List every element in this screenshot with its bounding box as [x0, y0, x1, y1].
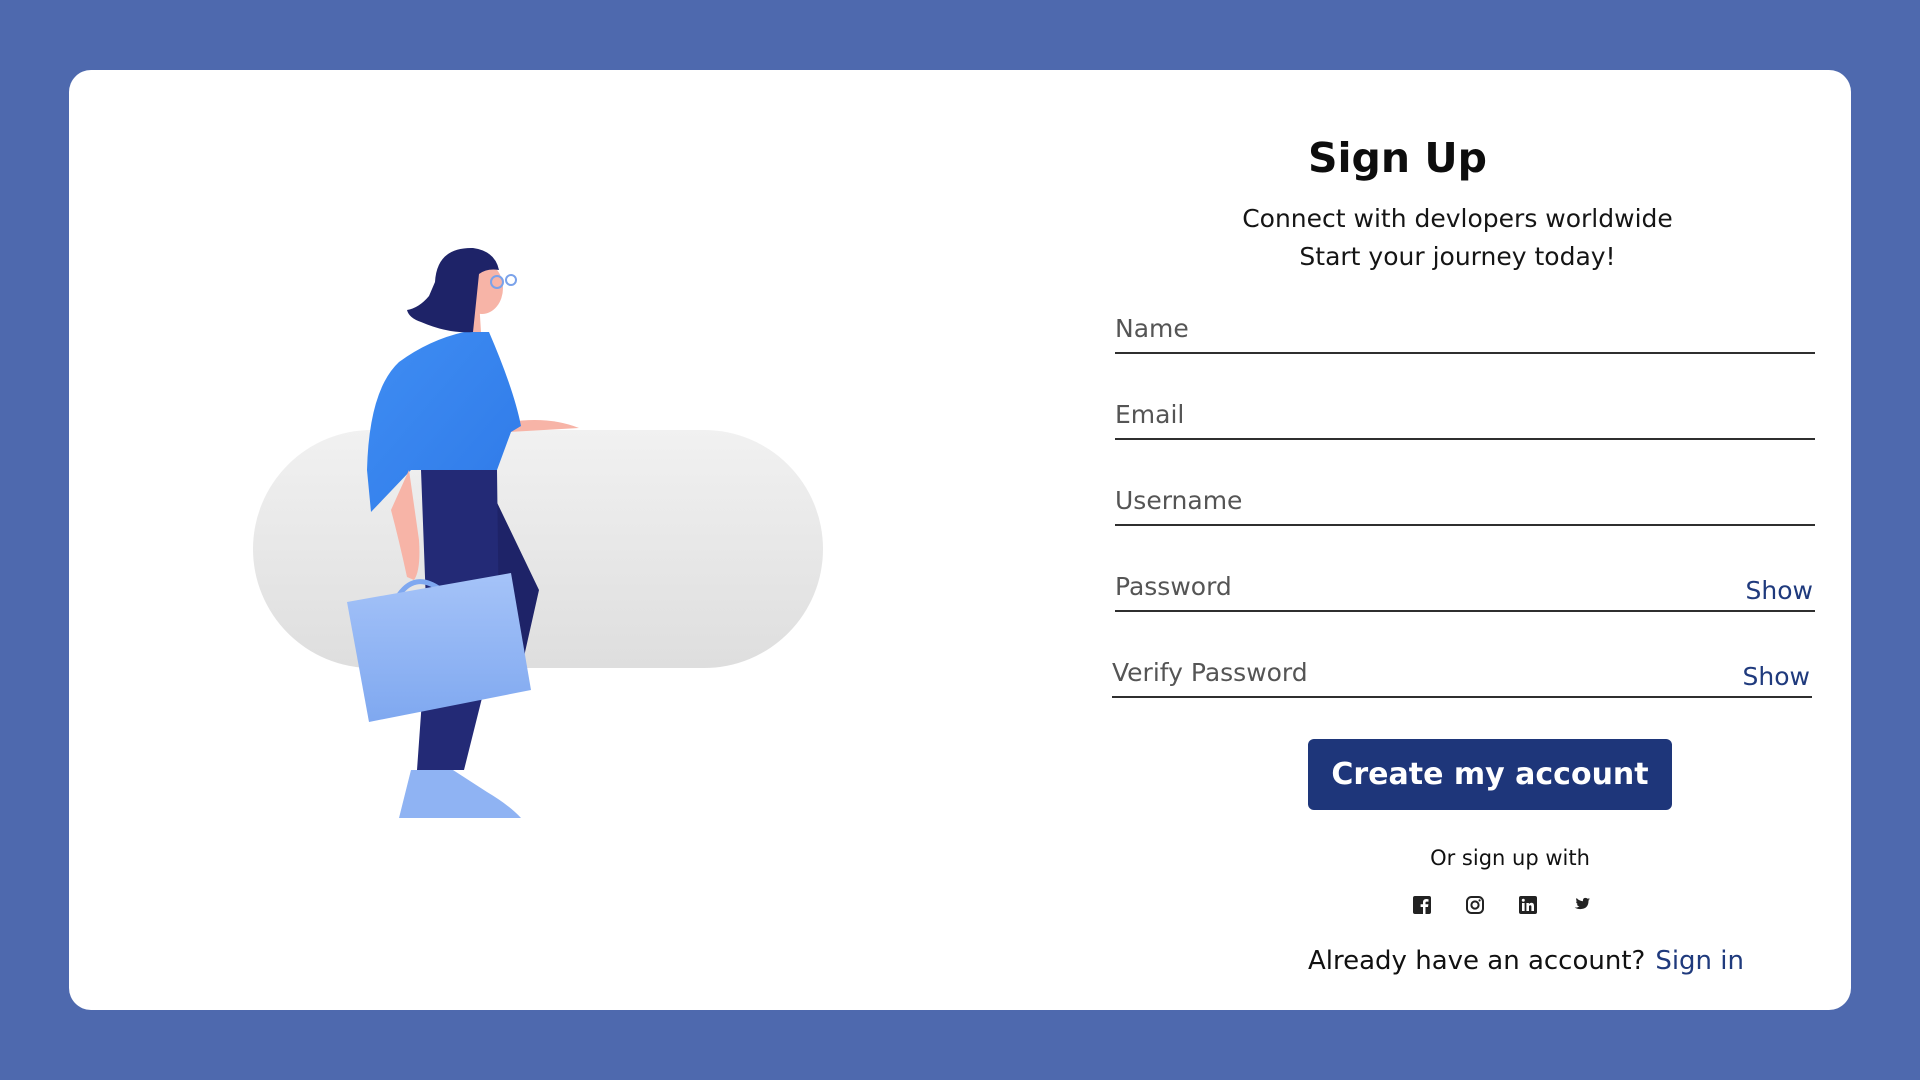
page-title: Sign Up [1307, 134, 1488, 182]
password-field: Show [1115, 566, 1815, 612]
signin-prompt: Already have an account? Sign in [1308, 946, 1744, 976]
subtitle-line1: Connect with devlopers worldwide [1242, 204, 1673, 233]
verify-password-input[interactable] [1112, 652, 1692, 692]
username-input[interactable] [1115, 480, 1695, 520]
password-input[interactable] [1115, 566, 1695, 606]
name-field [1115, 308, 1815, 354]
name-input[interactable] [1115, 308, 1695, 348]
signup-form: Sign Up Connect with devlopers worldwide… [1045, 70, 1825, 1010]
linkedin-icon[interactable] [1516, 893, 1540, 917]
social-icons [1410, 893, 1630, 917]
create-account-button[interactable]: Create my account [1308, 739, 1672, 810]
facebook-icon[interactable] [1410, 893, 1434, 917]
shoe [399, 770, 521, 818]
pill-shape [253, 430, 823, 668]
show-password-toggle[interactable]: Show [1746, 576, 1813, 605]
verify-password-field: Show [1112, 652, 1812, 698]
signup-card: Sign Up Connect with devlopers worldwide… [69, 70, 1851, 1010]
email-field [1115, 394, 1815, 440]
signin-link[interactable]: Sign in [1655, 946, 1744, 976]
subtitle-line2: Start your journey today! [1299, 242, 1616, 271]
twitter-icon[interactable] [1569, 893, 1593, 917]
instagram-icon[interactable] [1463, 893, 1487, 917]
signin-prompt-text: Already have an account? [1308, 946, 1646, 976]
username-field [1115, 480, 1815, 526]
email-input[interactable] [1115, 394, 1695, 434]
social-prompt: Or sign up with [1430, 846, 1590, 870]
show-verify-password-toggle[interactable]: Show [1743, 662, 1810, 691]
